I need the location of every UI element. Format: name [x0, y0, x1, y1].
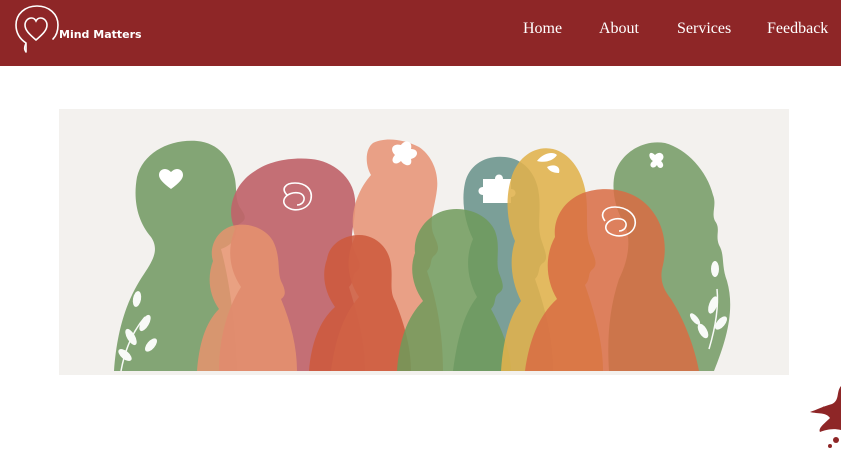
nav-services-link[interactable]: Services: [677, 20, 731, 38]
nav-home-link[interactable]: Home: [523, 20, 562, 38]
diverse-people-silhouettes-illustration: [114, 139, 731, 372]
nav-about-link[interactable]: About: [599, 20, 639, 38]
main-nav: Home About Services Feedback: [0, 20, 841, 40]
navbar: Mind Matters Home About Services Feedbac…: [0, 0, 841, 66]
nav-feedback-link[interactable]: Feedback: [767, 20, 828, 38]
hero-banner: [59, 109, 789, 375]
paint-splatter-decoration: [810, 386, 841, 448]
